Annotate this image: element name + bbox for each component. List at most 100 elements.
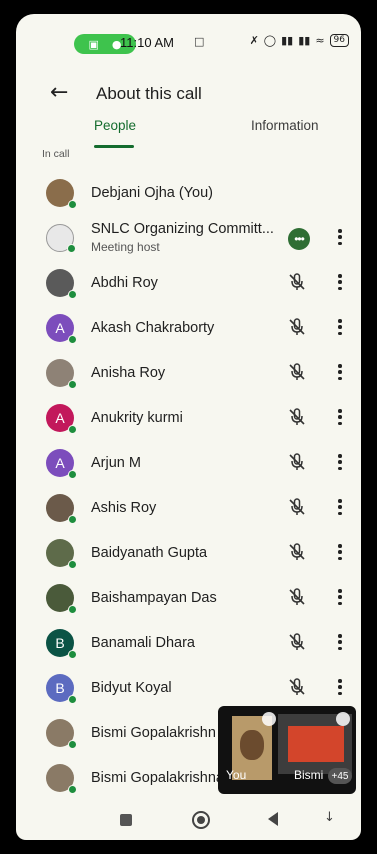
signal-2-icon: ▮▮ — [298, 34, 311, 47]
participant-row[interactable]: Baidyanath Gupta — [16, 530, 361, 574]
avatar: B — [46, 674, 77, 704]
online-status-dot — [68, 380, 77, 389]
shared-screen — [288, 726, 344, 762]
online-status-dot — [68, 560, 77, 569]
online-status-dot — [68, 200, 77, 209]
online-status-dot — [68, 335, 77, 344]
online-status-dot — [68, 695, 77, 704]
participant-name: SNLC Organizing Committ... — [91, 221, 274, 237]
status-time: 11:10 AM — [120, 35, 174, 50]
home-icon[interactable] — [192, 811, 210, 829]
mic-off-icon[interactable] — [287, 542, 307, 562]
page-title: About this call — [96, 84, 202, 103]
pip-label-you: You — [226, 768, 247, 782]
camera-icon: ▣ — [88, 37, 99, 51]
mic-off-icon[interactable] — [287, 362, 307, 382]
self-video-face — [240, 730, 264, 760]
mic-off-icon — [262, 712, 276, 726]
mic-off-icon[interactable] — [287, 497, 307, 517]
recents-icon[interactable] — [120, 814, 132, 826]
online-status-dot — [67, 244, 76, 253]
more-options-icon[interactable] — [334, 406, 346, 428]
participant-row[interactable]: SNLC Organizing Committ... Meeting host ••… — [16, 215, 361, 259]
avatar — [46, 764, 77, 794]
mic-off-icon[interactable] — [287, 632, 307, 652]
participant-row[interactable]: A Anukrity kurmi — [16, 395, 361, 439]
avatar: A — [46, 449, 77, 479]
system-icons: ✗ ◯ ▮▮ ▮▮ ≈ 96 — [250, 34, 349, 47]
active-tab-indicator — [94, 145, 134, 148]
participant-row[interactable]: B Banamali Dhara — [16, 620, 361, 664]
participant-name: Banamali Dhara — [91, 635, 195, 651]
avatar — [46, 539, 77, 569]
wifi-icon: ≈ — [315, 34, 325, 47]
more-options-icon[interactable] — [334, 541, 346, 563]
screenshot-frame: ▣ ● 11:10 AM □ ✗ ◯ ▮▮ ▮▮ ≈ 96 ← About th… — [0, 0, 377, 854]
pip-extra-count: +45 — [328, 768, 352, 784]
online-status-dot — [68, 740, 77, 749]
more-options-icon[interactable] — [334, 586, 346, 608]
cast-icon: □ — [194, 35, 205, 48]
app-header: ← About this call — [16, 72, 361, 116]
participant-row[interactable]: Debjani Ojha (You) — [16, 170, 361, 214]
tab-people[interactable]: People — [94, 118, 136, 148]
host-options-icon[interactable]: ••• — [288, 228, 310, 250]
participant-name: Baidyanath Gupta — [91, 545, 208, 561]
avatar — [46, 269, 77, 299]
more-options-icon[interactable] — [334, 631, 346, 653]
navigation-bar: ↓ — [16, 800, 361, 840]
online-status-dot — [68, 515, 77, 524]
mic-off-icon[interactable] — [287, 317, 307, 337]
participant-name: Debjani Ojha (You) — [91, 185, 213, 201]
status-bar: ▣ ● 11:10 AM □ ✗ ◯ ▮▮ ▮▮ ≈ 96 — [16, 14, 361, 72]
online-status-dot — [68, 425, 77, 434]
avatar: A — [46, 404, 77, 434]
participant-row[interactable]: Anisha Roy — [16, 350, 361, 394]
participant-name: Baishampayan Das — [91, 590, 217, 606]
arrow-back-icon[interactable]: ← — [50, 80, 68, 105]
avatar — [46, 179, 77, 209]
phone-screen: ▣ ● 11:10 AM □ ✗ ◯ ▮▮ ▮▮ ≈ 96 ← About th… — [16, 14, 361, 840]
more-options-icon[interactable] — [334, 496, 346, 518]
section-label-in-call: In call — [42, 148, 70, 160]
online-status-dot — [68, 785, 77, 794]
more-options-icon[interactable] — [334, 226, 346, 248]
avatar — [46, 494, 77, 524]
online-status-dot — [68, 290, 77, 299]
avatar: A — [46, 314, 77, 344]
more-options-icon[interactable] — [334, 361, 346, 383]
mic-off-icon[interactable] — [287, 272, 307, 292]
online-status-dot — [68, 605, 77, 614]
avatar: B — [46, 629, 77, 659]
mic-off-icon[interactable] — [287, 407, 307, 427]
participant-row[interactable]: Abdhi Roy — [16, 260, 361, 304]
avatar — [46, 224, 76, 253]
participant-row[interactable]: Ashis Roy — [16, 485, 361, 529]
mic-off-icon[interactable] — [287, 452, 307, 472]
participant-name: Ashis Roy — [91, 500, 157, 516]
back-icon[interactable] — [268, 812, 278, 826]
chevron-down-icon[interactable]: ↓ — [324, 810, 335, 825]
more-options-icon[interactable] — [334, 676, 346, 698]
participant-name: Anisha Roy — [91, 365, 166, 381]
participant-row[interactable]: Baishampayan Das — [16, 575, 361, 619]
mute-status-icon: ✗ — [249, 34, 259, 47]
avatar — [46, 359, 77, 389]
more-options-icon[interactable] — [334, 451, 346, 473]
participant-name: Bismi Gopalakrishn — [91, 725, 216, 741]
participant-row[interactable]: B Bidyut Koyal — [16, 665, 361, 709]
pip-label-other: Bismi — [294, 768, 324, 782]
participant-name: Arjun M — [91, 455, 141, 471]
picture-in-picture[interactable]: You Bismi +45 — [218, 706, 356, 794]
tab-information[interactable]: Information — [251, 118, 319, 148]
participant-role: Meeting host — [91, 240, 160, 254]
more-options-icon[interactable] — [334, 316, 346, 338]
participant-row[interactable]: A Akash Chakraborty — [16, 305, 361, 349]
participant-row[interactable]: A Arjun M — [16, 440, 361, 484]
signal-icon: ▮▮ — [281, 34, 294, 47]
mic-off-icon[interactable] — [287, 587, 307, 607]
participant-name: Akash Chakraborty — [91, 320, 215, 336]
online-status-dot — [68, 650, 77, 659]
mic-off-icon[interactable] — [287, 677, 307, 697]
more-options-icon[interactable] — [334, 271, 346, 293]
